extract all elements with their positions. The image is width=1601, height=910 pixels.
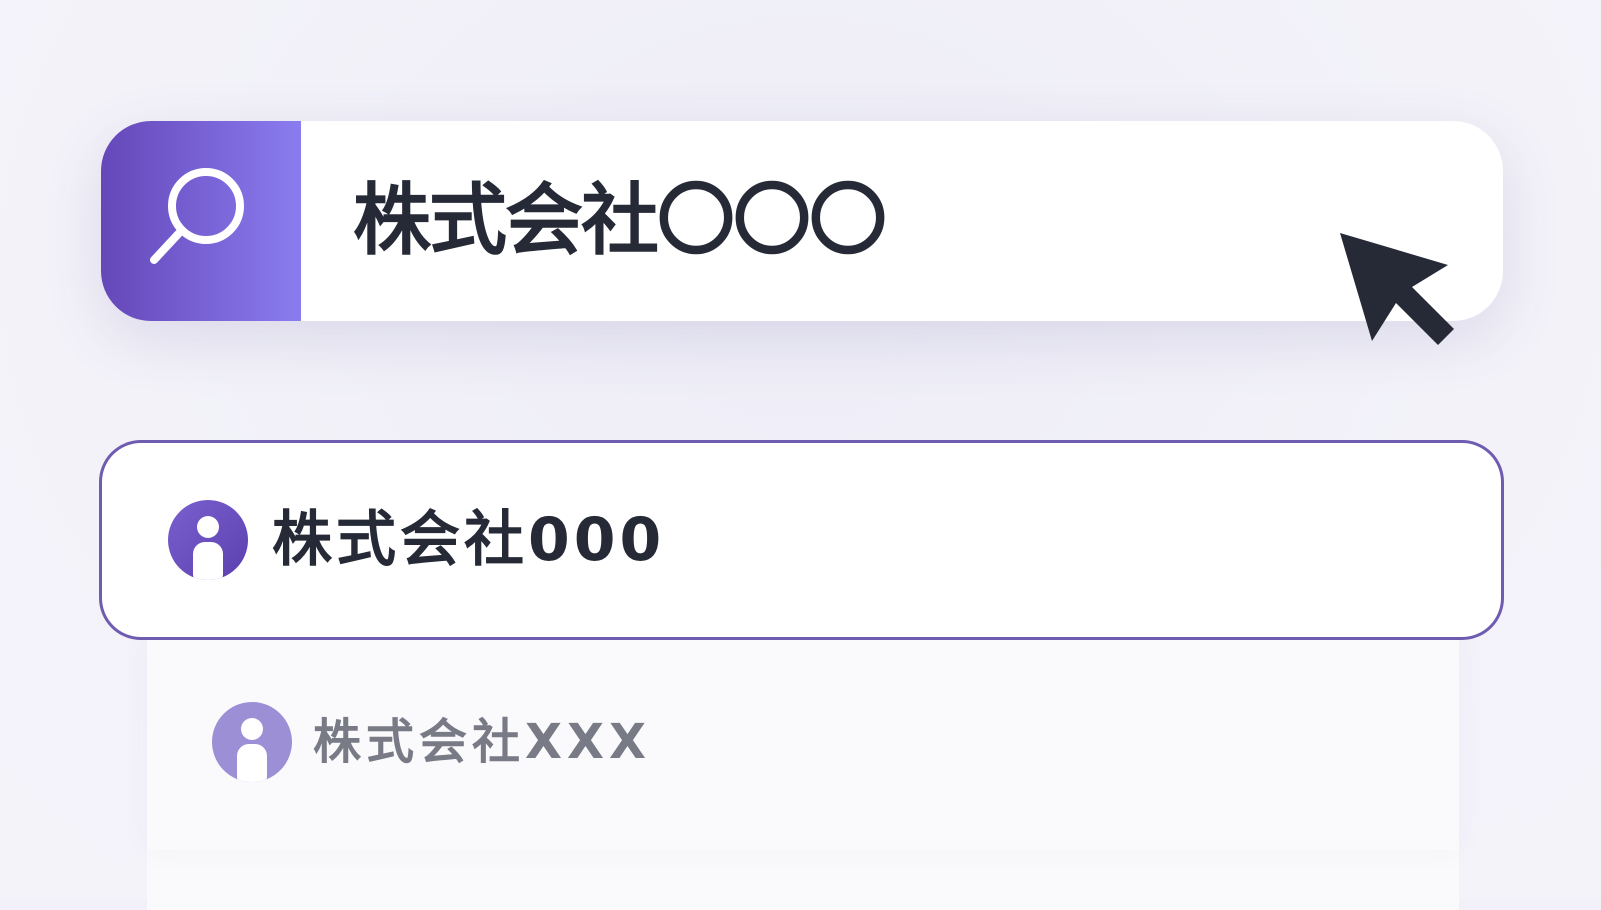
search-button[interactable] [101, 121, 301, 321]
search-bar[interactable]: 株式会社〇〇〇 [101, 121, 1503, 321]
company-avatar [168, 500, 248, 580]
person-icon [193, 516, 223, 580]
search-result-item[interactable]: 株式会社XXX [147, 636, 1459, 850]
search-icon [150, 168, 244, 264]
page-background: 株式会社〇〇〇 株式会社000 株式会社XXX [0, 0, 1601, 910]
search-result-item-partial[interactable] [147, 850, 1459, 910]
person-icon [237, 718, 267, 782]
result-company-name: 株式会社000 [272, 505, 666, 575]
result-company-name: 株式会社XXX [313, 714, 652, 770]
search-result-item[interactable]: 株式会社000 [99, 440, 1504, 640]
search-input[interactable]: 株式会社〇〇〇 [353, 121, 887, 321]
company-avatar [212, 702, 292, 782]
